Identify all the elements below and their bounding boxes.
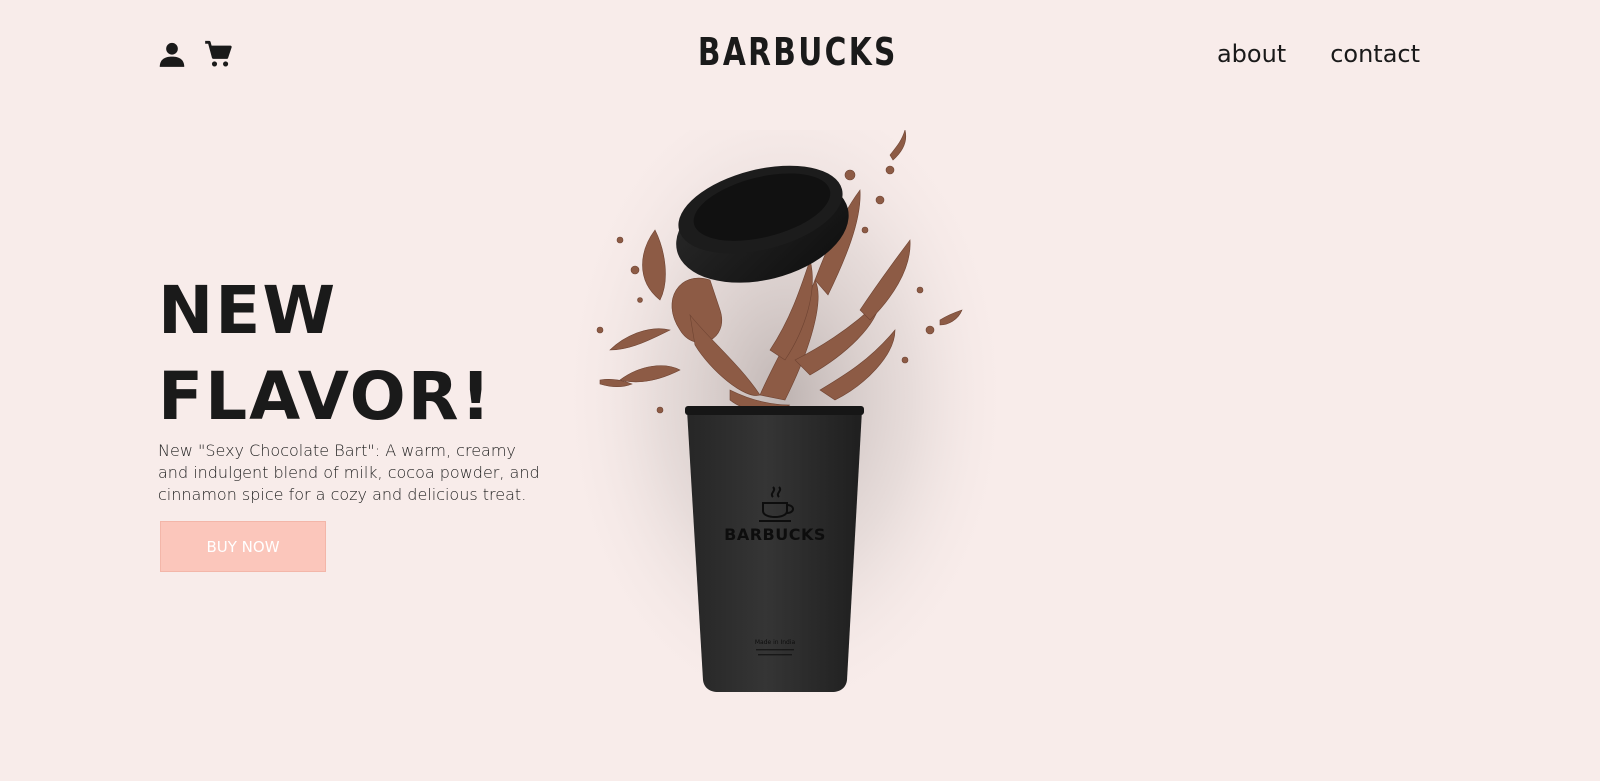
- cup-small-text: Made in India: [755, 639, 796, 646]
- main-nav: about contact: [1217, 40, 1420, 68]
- hero-title-line-1: NEW: [158, 272, 338, 349]
- cup-brand-text: BARBUCKS: [724, 525, 826, 544]
- hero-description: New "Sexy Chocolate Bart": A warm, cream…: [158, 441, 540, 504]
- hero-title-line-2: FLAVOR!: [158, 358, 493, 435]
- page: BARBUCKS about contact NEW FLAVOR! New "…: [0, 0, 1600, 781]
- cup-fine-print-1: [756, 649, 794, 651]
- cup: BARBUCKS Made in India: [685, 406, 864, 692]
- product-image: BARBUCKS Made in India: [560, 130, 1020, 770]
- buy-now-button[interactable]: BUY NOW: [160, 521, 326, 572]
- cup-fine-print-2: [758, 654, 792, 656]
- hero-title: NEW FLAVOR!: [158, 268, 493, 440]
- nav-link-about[interactable]: about: [1217, 40, 1286, 68]
- nav-link-contact[interactable]: contact: [1330, 40, 1420, 68]
